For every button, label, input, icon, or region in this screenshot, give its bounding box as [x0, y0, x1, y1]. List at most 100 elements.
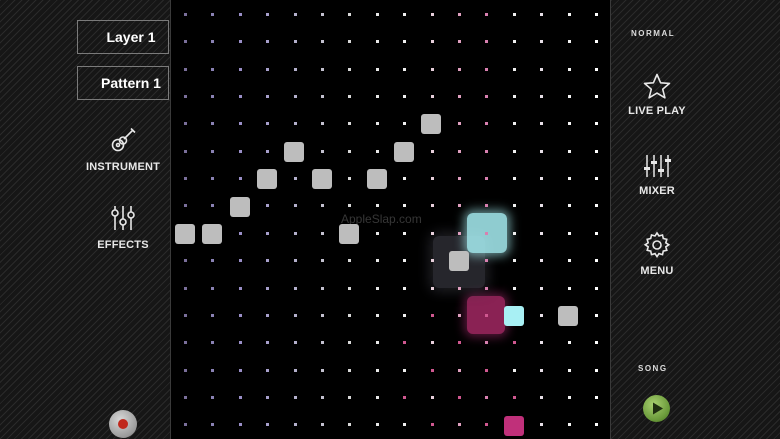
- grid-cell[interactable]: [485, 177, 489, 181]
- grid-cell[interactable]: [512, 341, 516, 345]
- grid-cell[interactable]: [595, 313, 598, 317]
- grid-cell[interactable]: [567, 13, 571, 16]
- grid-cell[interactable]: [595, 423, 598, 427]
- grid-cell[interactable]: [348, 286, 352, 290]
- grid-cell[interactable]: [458, 40, 461, 44]
- note-block[interactable]: [421, 114, 441, 134]
- grid-cell[interactable]: [567, 204, 571, 208]
- note-block[interactable]: [394, 142, 414, 162]
- grid-cell[interactable]: [540, 177, 544, 181]
- grid-cell[interactable]: [540, 40, 544, 44]
- grid-cell[interactable]: [458, 122, 461, 126]
- step-sequencer-grid[interactable]: AppleSlap.com: [170, 0, 611, 439]
- grid-cell[interactable]: [211, 13, 215, 16]
- grid-cell[interactable]: [184, 177, 187, 181]
- grid-cell[interactable]: [211, 204, 215, 208]
- note-block[interactable]: [339, 224, 359, 244]
- grid-cell[interactable]: [184, 40, 187, 44]
- grid-cell[interactable]: [485, 149, 489, 153]
- grid-cell[interactable]: [595, 395, 598, 399]
- note-block[interactable]: [284, 142, 304, 162]
- grid-cell[interactable]: [293, 313, 297, 317]
- grid-cell[interactable]: [293, 259, 297, 263]
- grid-cell[interactable]: [293, 286, 297, 290]
- grid-cell[interactable]: [430, 368, 434, 372]
- grid-cell[interactable]: [403, 95, 407, 99]
- grid-cell[interactable]: [540, 204, 544, 208]
- grid-cell[interactable]: [430, 95, 434, 99]
- grid-cell[interactable]: [348, 95, 352, 99]
- note-block[interactable]: [504, 416, 524, 436]
- grid-cell[interactable]: [485, 286, 489, 290]
- grid-cell[interactable]: [403, 204, 407, 208]
- grid-cell[interactable]: [293, 341, 297, 345]
- grid-cell[interactable]: [266, 341, 270, 345]
- grid-cell[interactable]: [238, 95, 242, 99]
- grid-cell[interactable]: [540, 67, 544, 71]
- grid-cell[interactable]: [293, 231, 297, 235]
- grid-cell[interactable]: [238, 122, 242, 126]
- grid-cell[interactable]: [512, 177, 516, 181]
- grid-cell[interactable]: [458, 95, 461, 99]
- grid-cell[interactable]: [184, 368, 187, 372]
- grid-cell[interactable]: [266, 368, 270, 372]
- grid-cell[interactable]: [293, 395, 297, 399]
- grid-cell[interactable]: [512, 13, 516, 16]
- grid-cell[interactable]: [540, 313, 544, 317]
- grid-cell[interactable]: [184, 423, 187, 427]
- grid-cell[interactable]: [321, 231, 324, 235]
- menu-button[interactable]: MENU: [621, 231, 693, 277]
- grid-cell[interactable]: [293, 122, 297, 126]
- note-block[interactable]: [202, 224, 222, 244]
- mode-normal-label[interactable]: NORMAL: [631, 29, 675, 38]
- grid-cell[interactable]: [184, 313, 187, 317]
- grid-cell[interactable]: [211, 286, 215, 290]
- grid-cell[interactable]: [512, 122, 516, 126]
- grid-cell[interactable]: [375, 341, 379, 345]
- grid-cell[interactable]: [512, 259, 516, 263]
- grid-cell[interactable]: [567, 259, 571, 263]
- grid-cell[interactable]: [430, 259, 434, 263]
- grid-cell[interactable]: [403, 259, 407, 263]
- grid-cell[interactable]: [567, 177, 571, 181]
- grid-cell[interactable]: [211, 313, 215, 317]
- grid-cell[interactable]: [184, 259, 187, 263]
- grid-cell[interactable]: [485, 395, 489, 399]
- grid-cell[interactable]: [293, 95, 297, 99]
- grid-cell[interactable]: [430, 67, 434, 71]
- pattern-selector[interactable]: Pattern 1: [77, 66, 169, 100]
- grid-cell[interactable]: [430, 13, 434, 16]
- grid-cell[interactable]: [375, 231, 379, 235]
- grid-cell[interactable]: [403, 423, 407, 427]
- grid-cell[interactable]: [211, 368, 215, 372]
- grid-cell[interactable]: [567, 395, 571, 399]
- grid-cell[interactable]: [485, 204, 489, 208]
- note-block[interactable]: [175, 224, 195, 244]
- grid-cell[interactable]: [458, 204, 461, 208]
- grid-cell[interactable]: [567, 286, 571, 290]
- grid-cell[interactable]: [430, 423, 434, 427]
- grid-cell[interactable]: [348, 204, 352, 208]
- grid-cell[interactable]: [567, 67, 571, 71]
- grid-cell[interactable]: [348, 368, 352, 372]
- grid-cell[interactable]: [375, 13, 379, 16]
- grid-cell[interactable]: [266, 13, 270, 16]
- grid-cell[interactable]: [211, 395, 215, 399]
- grid-cell[interactable]: [348, 67, 352, 71]
- grid-cell[interactable]: [540, 95, 544, 99]
- grid-cell[interactable]: [184, 341, 187, 345]
- grid-cell[interactable]: [458, 423, 461, 427]
- grid-cell[interactable]: [293, 423, 297, 427]
- grid-cell[interactable]: [211, 149, 215, 153]
- grid-cell[interactable]: [211, 423, 215, 427]
- grid-cell[interactable]: [567, 341, 571, 345]
- grid-cell[interactable]: [321, 13, 324, 16]
- grid-cell[interactable]: [403, 40, 407, 44]
- grid-cell[interactable]: [485, 368, 489, 372]
- grid-cell[interactable]: [512, 231, 516, 235]
- grid-cell[interactable]: [485, 95, 489, 99]
- grid-cell[interactable]: [375, 67, 379, 71]
- grid-cell[interactable]: [238, 149, 242, 153]
- grid-cell[interactable]: [595, 177, 598, 181]
- grid-cell[interactable]: [485, 231, 489, 235]
